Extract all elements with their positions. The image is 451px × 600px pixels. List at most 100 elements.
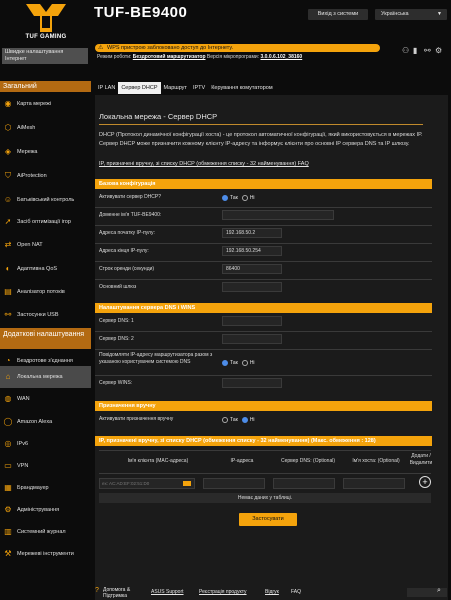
apply-button[interactable]: Застосувати xyxy=(239,513,297,526)
wps-warning-banner[interactable]: ⚠ WPS пристрою заблоковано доступ до Інт… xyxy=(95,44,380,52)
sidebar-item-traffic-analyzer[interactable]: ▤ Аналізатор потоків xyxy=(0,281,91,303)
col-host: Ім'я хоста: (Optional) xyxy=(352,458,400,464)
advertise-radio: Так Ні xyxy=(222,360,255,366)
sidebar-item-network-tools[interactable]: ⚒ Мережеві інструменти xyxy=(0,543,91,565)
sidebar-item-label: Бездротове з'єднання xyxy=(17,358,73,364)
opmode-link[interactable]: Бездротовий маршрутизатор xyxy=(133,54,206,60)
sidebar-item-game-booster[interactable]: ➚ Засіб оптимізації ігор xyxy=(0,211,91,233)
firmware-link[interactable]: 3.0.0.6.102_38160 xyxy=(260,54,302,60)
pool-start-input[interactable]: 192.168.50.2 xyxy=(222,228,282,238)
quick-internet-setup[interactable]: Швидке налаштування Інтернет xyxy=(2,48,88,64)
search-icon[interactable]: ⌕ xyxy=(437,587,441,595)
row-dns1: Сервер DNS: 1 xyxy=(95,313,432,332)
help-support-link[interactable]: Допомога & Підтримка xyxy=(103,587,143,599)
sidebar-item-label: AiProtection xyxy=(17,173,47,179)
section-basic-config: Базова конфігурація xyxy=(95,179,432,189)
sidebar-item-network-map[interactable]: ◉ Карта мережі xyxy=(0,93,91,115)
radio-yes-label: Так xyxy=(230,417,238,423)
radio-yes[interactable] xyxy=(222,360,228,366)
app-icon[interactable]: ▮ xyxy=(413,46,417,55)
logo-text: TUF GAMING xyxy=(25,34,67,40)
section-dns-wins: Налаштування сервера DNS і WINS xyxy=(95,303,432,313)
sidebar-item-administration[interactable]: ⚙ Адміністрування xyxy=(0,499,91,521)
product-registration-link[interactable]: Реєстрація продукту xyxy=(199,589,247,595)
ipv6-icon: ◎ xyxy=(4,439,12,448)
logout-button[interactable]: Вихід з системи xyxy=(308,9,368,20)
sidebar-item-alexa[interactable]: ◯ Amazon Alexa xyxy=(0,411,91,433)
radio-no[interactable] xyxy=(241,360,248,366)
dns-input[interactable] xyxy=(273,478,335,489)
radio-no[interactable] xyxy=(241,195,248,201)
sidebar-item-firewall[interactable]: ▦ Брандмауер xyxy=(0,477,91,499)
page-description: DHCP (Протокол динамічної конфігурації х… xyxy=(99,132,423,147)
map-icon: ◉ xyxy=(4,99,12,108)
sidebar-item-aimesh[interactable]: ⬡ AiMesh xyxy=(0,117,91,139)
help-icon: ? xyxy=(95,587,99,594)
sidebar-item-qos[interactable]: ◐ Адаптивна QoS xyxy=(0,258,91,280)
tuf-logo: TUF GAMING xyxy=(0,0,92,46)
section-advanced: Додаткові налаштування xyxy=(0,328,91,349)
network-status-icon[interactable]: ⚇ xyxy=(402,46,409,55)
asus-support-link[interactable]: ASUS Support xyxy=(151,589,184,595)
gear-icon[interactable]: ⚙ xyxy=(435,46,442,55)
sidebar-item-label: AiMesh xyxy=(17,125,36,131)
usb-icon: ⚯ xyxy=(4,310,12,319)
col-ip: IP-адреса xyxy=(230,458,254,464)
dns1-input[interactable] xyxy=(222,316,282,326)
banner-text: WPS пристрою заблоковано доступ до Інтер… xyxy=(107,45,234,51)
sidebar-item-network[interactable]: ◈ Мережа xyxy=(0,141,91,163)
row-advertise-router-ip: Повідомляти IP-адресу маршрутизатора раз… xyxy=(95,349,432,376)
sidebar-item-system-log[interactable]: ▥ Системний журнал xyxy=(0,521,91,543)
sidebar-item-aiprotection[interactable]: ⛉ AiProtection xyxy=(0,165,91,187)
sidebar-item-label: Батьківський контроль xyxy=(17,197,75,203)
firmware-label: Версія мікропрограми: xyxy=(206,54,260,60)
radio-yes[interactable] xyxy=(222,195,228,201)
feedback-link[interactable]: Відгук xyxy=(265,589,279,595)
sidebar-item-label: Адміністрування xyxy=(17,507,60,513)
hostname-input[interactable] xyxy=(343,478,405,489)
sidebar-item-wan[interactable]: ◍ WAN xyxy=(0,388,91,410)
warning-icon: ⚠ xyxy=(98,45,104,51)
language-select[interactable]: Українська ▼ xyxy=(375,9,447,20)
sidebar-item-vpn[interactable]: ▭ VPN xyxy=(0,455,91,477)
radio-yes[interactable] xyxy=(222,417,228,423)
usb-status-icon[interactable]: ⚯ xyxy=(424,46,431,55)
mac-dropdown-icon[interactable] xyxy=(183,481,191,486)
mac-input[interactable]: ex: AC:AD:EF:02:51:D0 xyxy=(99,478,195,489)
pool-end-input[interactable]: 192.168.50.254 xyxy=(222,246,282,256)
tab-iptv[interactable]: IPTV xyxy=(190,82,208,94)
globe-icon: ◍ xyxy=(4,394,12,403)
faq-link[interactable]: IP, призначені вручну, зі списку DHCP (о… xyxy=(99,161,309,167)
title-divider xyxy=(99,124,423,125)
radio-no[interactable] xyxy=(241,417,248,423)
advertise-label: Повідомляти IP-адресу маршрутизатора раз… xyxy=(99,352,213,365)
tab-switch-control[interactable]: Керування комутатором xyxy=(208,82,275,94)
lease-input[interactable]: 86400 xyxy=(222,264,282,274)
sidebar-item-parental[interactable]: ☺ Батьківський контроль xyxy=(0,189,91,211)
sidebar-item-label: Карта мережі xyxy=(17,101,52,107)
sidebar-item-label: Брандмауер xyxy=(17,485,49,491)
add-icon[interactable]: + xyxy=(419,476,431,488)
domain-input[interactable] xyxy=(222,210,334,220)
ip-input[interactable] xyxy=(203,478,265,489)
sidebar-item-open-nat[interactable]: ⇄ Open NAT xyxy=(0,234,91,256)
wins-input[interactable] xyxy=(222,378,282,388)
sidebar-item-ipv6[interactable]: ◎ IPv6 xyxy=(0,433,91,455)
tab-dhcp-server[interactable]: Сервер DHCP xyxy=(118,82,161,94)
tab-route[interactable]: Маршрут xyxy=(161,82,190,94)
section-manual-assignment: Призначення вручну xyxy=(95,401,432,411)
gateway-input[interactable] xyxy=(222,282,282,292)
row-domain: Доменне ім'я TUF-BE9400: xyxy=(95,207,432,226)
pool-end-label: Адреса кінця IP-пулу: xyxy=(99,248,149,254)
domain-label: Доменне ім'я TUF-BE9400: xyxy=(99,212,162,218)
row-gateway: Основний шлюз xyxy=(95,279,432,297)
sidebar-item-lan[interactable]: ⌂ Локальна мережа xyxy=(0,366,91,388)
row-enable-manual: Активувати призначення вручну Так Ні xyxy=(95,411,432,429)
firewall-icon: ▦ xyxy=(4,483,12,492)
tab-ip-lan[interactable]: IP LAN xyxy=(95,82,118,94)
faq-label[interactable]: FAQ xyxy=(291,589,301,595)
sidebar-item-label: Аналізатор потоків xyxy=(17,289,65,295)
sidebar-item-usb[interactable]: ⚯ Застосунки USB xyxy=(0,304,91,326)
faq-search-input[interactable] xyxy=(407,588,447,597)
dns2-input[interactable] xyxy=(222,334,282,344)
